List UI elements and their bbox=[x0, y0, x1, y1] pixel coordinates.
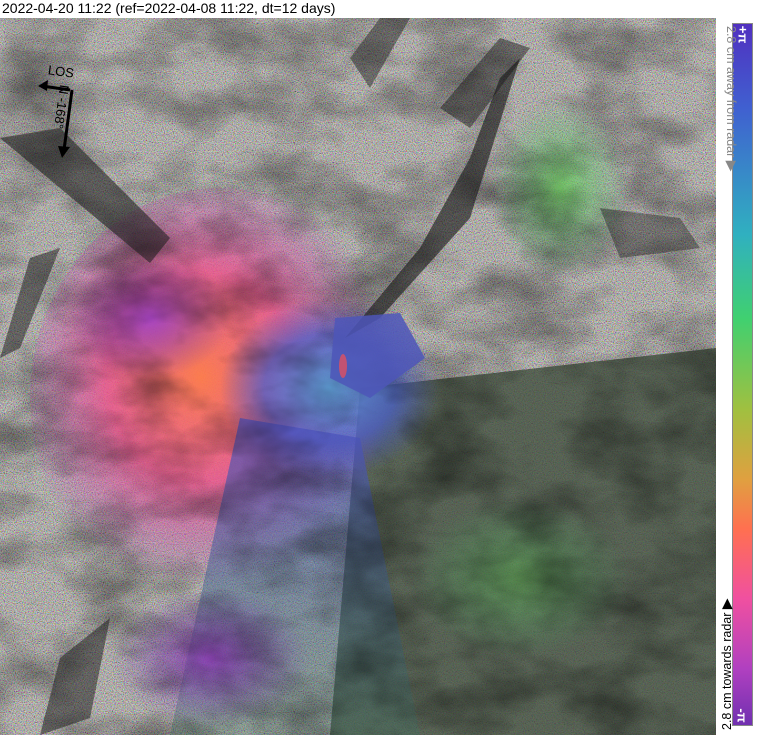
image-title: 2022-04-20 11:22 (ref=2022-04-08 11:22, … bbox=[2, 0, 336, 16]
interferogram-image: LOS N -168° bbox=[0, 18, 716, 735]
colorbar-away-label: 2.8 cm away from radar ▶ bbox=[724, 26, 740, 172]
colorbar: +π -π 2.8 cm away from radar ▶ 2.8 cm to… bbox=[716, 18, 768, 735]
interferogram-canvas bbox=[0, 18, 716, 735]
colorbar-towards-label: 2.8 cm towards radar ▶ bbox=[718, 598, 734, 730]
north-label: N bbox=[55, 83, 72, 96]
colorbar-bottom-symbol: -π bbox=[734, 707, 750, 723]
los-compass: LOS N -168° bbox=[30, 56, 100, 166]
